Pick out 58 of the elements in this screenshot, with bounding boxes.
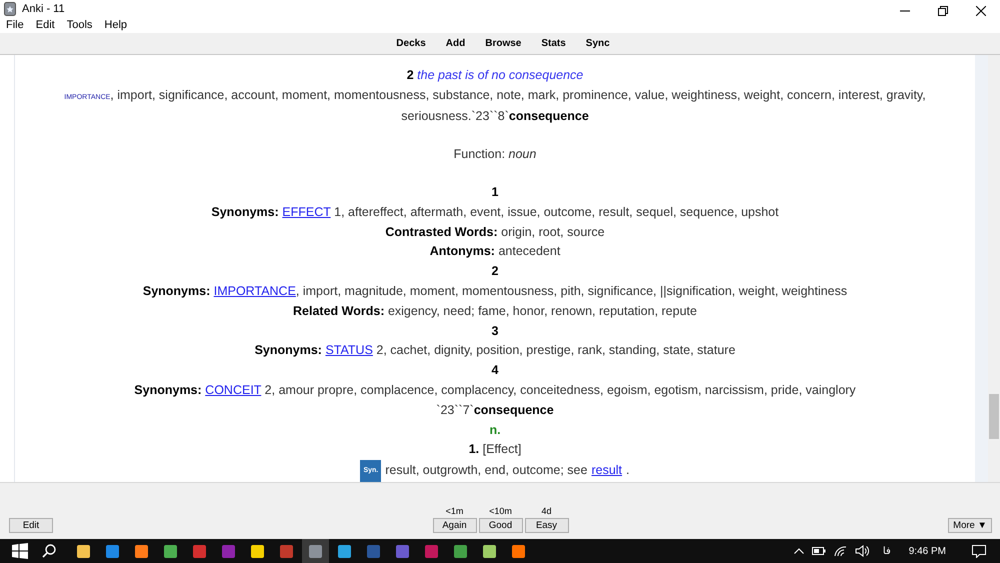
scrollbar-thumb[interactable] <box>989 394 999 439</box>
word-link[interactable]: result <box>591 461 622 481</box>
card-text: Function: noun <box>454 146 536 163</box>
app-icon[interactable] <box>512 544 525 558</box>
interval-label: <10m <box>489 506 512 516</box>
word-link[interactable]: EFFECT <box>282 204 331 219</box>
definition-text: importance, import, significance, account, moment, momentousness, substance, note, mark, prominence, value, weightiness, weight, concern, interest, gravity, seriousness.`23``8`consequence <box>63 86 927 125</box>
windows-start-icon[interactable] <box>12 543 28 559</box>
toolbar-link[interactable]: Add <box>446 38 466 49</box>
example-sentence: 2 the past is of no consequence <box>406 67 584 84</box>
word-link[interactable]: STATUS <box>325 343 373 358</box>
card-text: Antonyms: antecedent <box>430 243 560 260</box>
window-title: Anki - 11 <box>22 2 65 14</box>
battery-icon[interactable] <box>812 547 826 555</box>
notification-icon[interactable] <box>972 544 986 558</box>
card-text: `23``7`consequence <box>436 402 554 419</box>
word-link[interactable]: CONCEIT <box>205 383 262 397</box>
toolbar-link[interactable]: Decks <box>396 38 426 49</box>
answer-button[interactable]: Easy <box>524 518 568 533</box>
edit-button[interactable]: Edit <box>9 518 53 533</box>
app-icon[interactable] <box>251 544 264 558</box>
synonyms-text: Synonyms: STATUS 2, cachet, dignity, position, prestige, rank, standing, state, stature <box>254 342 736 360</box>
answer-button[interactable]: Good <box>478 518 522 533</box>
part-of-speech: n. <box>489 422 501 439</box>
card-text: 3 <box>492 322 498 340</box>
interval-label: 4d <box>541 506 552 516</box>
interval-label: <1m <box>446 506 464 516</box>
scrollbar[interactable] <box>988 55 1000 482</box>
card-text: 1. [Effect] <box>468 441 522 458</box>
restore-icon[interactable] <box>938 6 948 16</box>
answer-button[interactable]: Again <box>432 518 476 533</box>
menu-item[interactable]: Edit <box>36 19 55 31</box>
menu-item[interactable]: File <box>6 19 24 31</box>
synonyms-text: Synonyms: IMPORTANCE, import, magnitude, moment, momentousness, pith, significance, ||signification, weight, weightiness <box>142 283 848 300</box>
close-icon[interactable] <box>976 6 986 16</box>
toolbar-link[interactable]: Stats <box>541 38 566 49</box>
card-text: Contrasted Words: origin, root, source <box>385 224 605 241</box>
menu-item[interactable]: Help <box>104 19 128 31</box>
card-text: 1 <box>492 184 498 202</box>
more-button[interactable]: More ▼ <box>948 518 992 533</box>
toolbar-link[interactable]: Sync <box>586 38 610 49</box>
card-text: Related Words: exigency, need; fame, honor, renown, reputation, repute <box>293 302 697 320</box>
synonyms-text: Synonyms: CONCEIT 2, amour propre, complacence, complacency, conceitedness, egoism, egotism, narcissism, pride, vainglory <box>134 382 856 399</box>
language-indicator[interactable]: فا <box>882 546 891 556</box>
app-icon <box>4 2 16 16</box>
search-icon[interactable] <box>42 544 56 558</box>
card-text: 4 <box>492 362 498 380</box>
wifi-icon[interactable] <box>834 546 847 556</box>
clock[interactable]: 9:46 PM <box>908 546 946 556</box>
chevron-up-icon[interactable] <box>794 548 804 554</box>
menu-item[interactable]: Tools <box>66 19 92 31</box>
card-text: 2 <box>492 263 498 280</box>
period-text: . <box>626 462 630 480</box>
synonyms-text: result, outgrowth, end, outcome; see <box>385 462 588 480</box>
speaker-icon[interactable] <box>854 545 869 557</box>
word-link[interactable]: IMPORTANCE <box>214 284 296 298</box>
toolbar-link[interactable]: Browse <box>485 38 522 49</box>
synonyms-text: Synonyms: EFFECT 1, aftereffect, aftermath, event, issue, outcome, result, sequel, sequence, upshot <box>211 204 779 221</box>
